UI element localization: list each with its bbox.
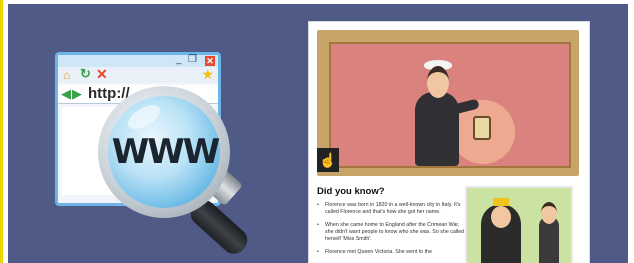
- painting-frame: [317, 30, 579, 176]
- minimize-icon: _: [176, 54, 182, 65]
- florence-face-small: [541, 202, 557, 224]
- webpage-card: ☝ Did you know? Florence was born in 182…: [309, 22, 589, 263]
- www-label: WWW: [111, 132, 221, 172]
- facts-list: Florence was born in 1820 in a well-know…: [317, 202, 467, 262]
- list-item: Florence met Queen Victoria. She went to…: [317, 249, 467, 256]
- home-icon: ⌂: [63, 68, 71, 82]
- stop-icon: ✕: [96, 66, 108, 82]
- did-you-know-heading: Did you know?: [317, 186, 385, 197]
- painting: [329, 42, 571, 168]
- back-arrow-icon: ◀: [61, 86, 71, 101]
- illustration-stage: _ ❐ ✕ ⌂ ↻ ✕ ★ ◀ ▶ http:// WWW ☝ Did you …: [8, 4, 628, 263]
- close-icon: ✕: [205, 56, 215, 66]
- crown-icon: [493, 198, 509, 206]
- florence-figure: [415, 92, 459, 166]
- left-edge-accent: [0, 0, 3, 263]
- star-icon: ★: [201, 66, 214, 82]
- refresh-icon: ↻: [80, 66, 91, 81]
- list-item: When she came home to England after the …: [317, 222, 467, 243]
- hand-pointer-icon[interactable]: ☝: [317, 148, 339, 172]
- maximize-icon: ❐: [188, 54, 197, 65]
- forward-arrow-icon: ▶: [72, 86, 82, 101]
- florence-head: [427, 66, 449, 98]
- queen-face: [491, 206, 511, 228]
- list-item: Florence was born in 1820 in a well-know…: [317, 202, 467, 216]
- lamp-icon: [473, 116, 491, 140]
- queen-victoria-image: [465, 186, 573, 263]
